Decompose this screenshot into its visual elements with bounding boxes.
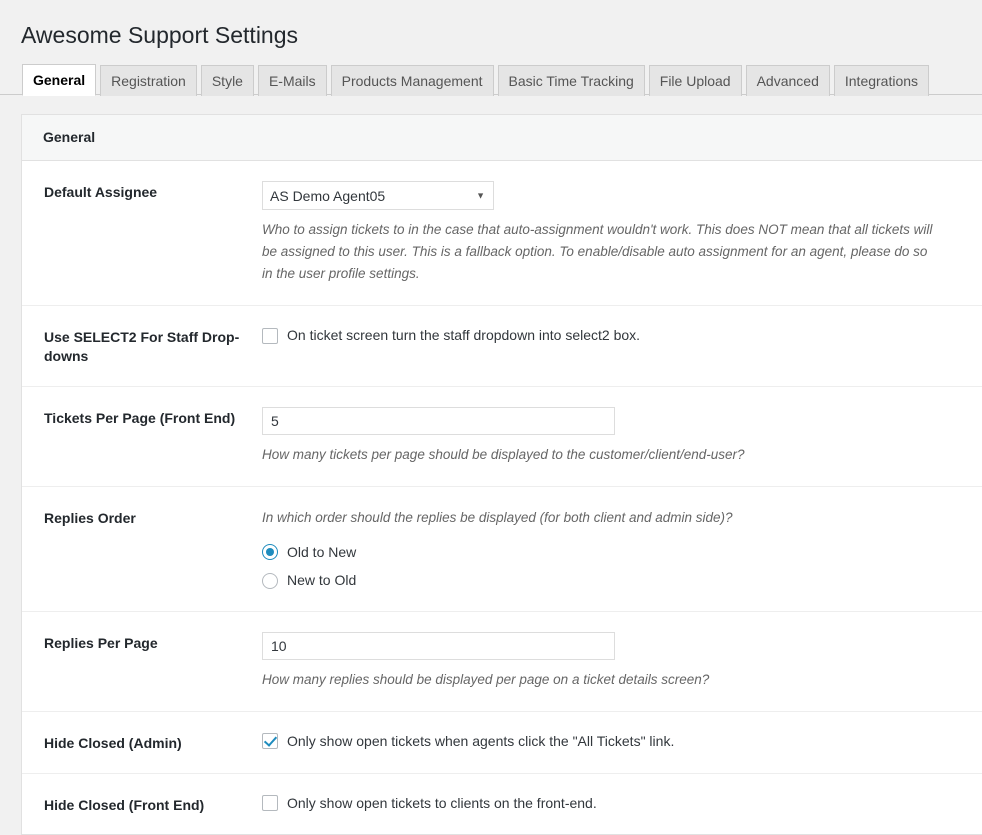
tab-basic-time-tracking[interactable]: Basic Time Tracking (497, 64, 645, 96)
setting-field-replies-order: In which order should the replies be dis… (262, 507, 982, 591)
tab-general[interactable]: General (22, 63, 97, 96)
setting-label-replies-per-page: Replies Per Page (44, 634, 158, 651)
use-select2-checkbox-row[interactable]: On ticket screen turn the staff dropdown… (262, 326, 960, 346)
setting-row-tickets-per-page: Tickets Per Page (Front End) How many ti… (22, 387, 982, 487)
settings-tab-strip: General Registration Style E-Mails Produ… (0, 61, 982, 96)
tickets-per-page-input[interactable] (262, 406, 615, 435)
default-assignee-select[interactable]: AS Demo Agent05 (262, 181, 494, 211)
replies-order-radio-new-to-old[interactable] (262, 572, 278, 589)
page-title: Awesome Support Settings (21, 22, 299, 48)
setting-field-replies-per-page: How many replies should be displayed per… (262, 631, 982, 691)
setting-label-replies-order: Replies Order (44, 509, 136, 526)
use-select2-checkbox[interactable] (262, 327, 278, 344)
panel-section-header: General (22, 114, 982, 162)
setting-label-hide-closed-admin: Hide Closed (Admin) (44, 734, 182, 751)
hide-closed-front-end-checkbox[interactable] (262, 795, 278, 812)
tab-style[interactable]: Style (200, 64, 254, 96)
replies-order-radio-old-to-new[interactable] (262, 544, 278, 561)
tab-advanced[interactable]: Advanced (745, 64, 830, 96)
setting-row-replies-per-page: Replies Per Page How many replies should… (22, 612, 982, 712)
tab-registration[interactable]: Registration (100, 64, 197, 96)
setting-field-hide-closed-front-end: Only show open tickets to clients on the… (262, 794, 982, 814)
setting-row-default-assignee: Default Assignee AS Demo Agent05 ▼ Who t… (22, 161, 982, 307)
setting-row-replies-order: Replies Order In which order should the … (22, 487, 982, 612)
tab-file-upload[interactable]: File Upload (648, 64, 742, 96)
hide-closed-admin-checkbox-row[interactable]: Only show open tickets when agents click… (262, 732, 960, 752)
replies-order-option-new-to-old[interactable]: New to Old (262, 571, 960, 591)
use-select2-checkbox-label: On ticket screen turn the staff dropdown… (287, 327, 641, 344)
replies-order-radio-group: Old to New New to Old (262, 543, 960, 591)
tab-integrations[interactable]: Integrations (833, 64, 930, 96)
replies-per-page-input[interactable] (262, 631, 615, 660)
hide-closed-admin-checkbox-label: Only show open tickets when agents click… (287, 732, 675, 749)
replies-per-page-description: How many replies should be displayed per… (262, 671, 710, 687)
setting-field-hide-closed-admin: Only show open tickets when agents click… (262, 732, 982, 752)
setting-label-default-assignee: Default Assignee (44, 184, 158, 201)
setting-label-hide-closed-front-end: Hide Closed (Front End) (44, 796, 205, 813)
hide-closed-front-end-checkbox-label: Only show open tickets to clients on the… (287, 794, 597, 811)
replies-order-label-old-to-new: Old to New (287, 543, 357, 560)
hide-closed-admin-checkbox[interactable] (262, 733, 278, 750)
setting-field-default-assignee: AS Demo Agent05 ▼ Who to assign tickets … (262, 181, 982, 285)
settings-panel: General Default Assignee AS Demo Agent05… (21, 113, 982, 835)
default-assignee-description: Who to assign tickets to in the case tha… (262, 222, 933, 282)
tab-emails[interactable]: E-Mails (257, 64, 327, 96)
setting-row-hide-closed-admin: Hide Closed (Admin) Only show open ticke… (22, 712, 982, 774)
hide-closed-front-end-checkbox-row[interactable]: Only show open tickets to clients on the… (262, 794, 960, 814)
setting-row-use-select2: Use SELECT2 For Staff Drop-downs On tick… (22, 306, 982, 387)
replies-order-option-old-to-new[interactable]: Old to New (262, 543, 960, 563)
tickets-per-page-description: How many tickets per page should be disp… (262, 446, 745, 462)
setting-label-tickets-per-page: Tickets Per Page (Front End) (44, 409, 236, 426)
setting-field-tickets-per-page: How many tickets per page should be disp… (262, 406, 982, 466)
setting-label-use-select2: Use SELECT2 For Staff Drop-downs (44, 329, 240, 364)
replies-order-description: In which order should the replies be dis… (262, 509, 733, 525)
default-assignee-select-wrap: AS Demo Agent05 ▼ (262, 181, 494, 211)
setting-field-use-select2: On ticket screen turn the staff dropdown… (262, 326, 982, 346)
setting-row-hide-closed-front-end: Hide Closed (Front End) Only show open t… (22, 774, 982, 835)
tab-products-management[interactable]: Products Management (330, 64, 494, 96)
replies-order-label-new-to-old: New to Old (287, 572, 357, 589)
